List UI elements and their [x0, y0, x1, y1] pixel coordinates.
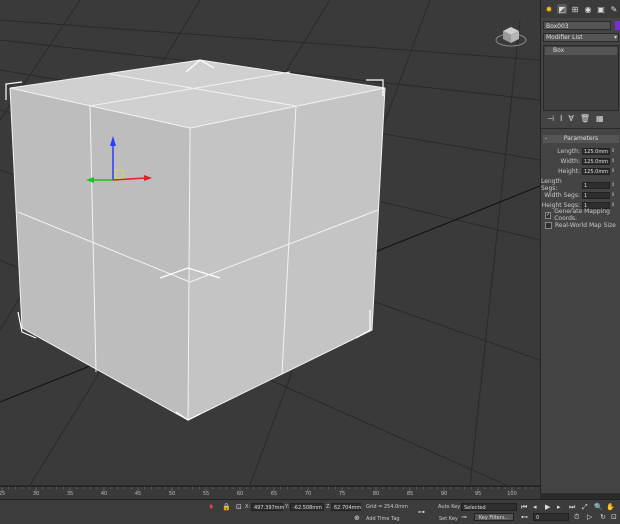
spinner-icon[interactable]: ⇕	[611, 182, 615, 189]
timeline-tick-label: 30	[32, 491, 40, 497]
modify-tab-icon[interactable]: ◩	[557, 4, 567, 14]
timeline-tick-label: 60	[236, 491, 244, 497]
zoom-icon[interactable]: 🔍	[594, 503, 603, 511]
timeline-tick-label: 70	[304, 491, 312, 497]
rollout-title: Parameters	[563, 135, 599, 142]
collapse-icon: -	[545, 135, 548, 142]
length-param: Length: 125.0mm ⇕	[557, 147, 616, 155]
timeline-tick-label: 85	[406, 491, 414, 497]
height-param: Height: 125.0mm ⇕	[558, 167, 616, 175]
timeline-tick-label: 75	[338, 491, 346, 497]
chevron-down-icon: ▾	[613, 34, 617, 41]
height-field[interactable]: 125.0mm	[582, 167, 610, 175]
parameters-rollout[interactable]: - Parameters	[543, 135, 619, 143]
timeline-tick-label: 100	[507, 491, 517, 497]
command-panel: ✹ ◩ ⊞ ◉ ▣ ✎ Box003 Modifier List ▾ Box ⊣…	[540, 0, 620, 493]
y-coordinate-field[interactable]: -62.508mm	[290, 503, 324, 511]
real-world-map-checkbox[interactable]: Real-World Map Size	[541, 220, 620, 230]
width-segs-param: Width Segs: 1 ⇕	[544, 191, 616, 199]
spinner-icon[interactable]: ⇕	[611, 158, 615, 165]
spinner-icon[interactable]: ⇕	[611, 168, 615, 175]
show-end-result-icon[interactable]: Ι	[560, 114, 562, 128]
viewport-scene	[0, 0, 540, 485]
lock-icon[interactable]: 🔒	[222, 503, 231, 511]
orbit-icon[interactable]: ↻	[600, 513, 606, 521]
go-to-end-icon[interactable]: ⏭	[569, 503, 575, 512]
utilities-tab-icon[interactable]: ✎	[609, 4, 619, 14]
field-of-view-icon[interactable]: ▷	[587, 513, 592, 521]
make-unique-icon[interactable]: ∀	[568, 114, 573, 128]
set-key-button[interactable]: Set Key	[439, 516, 458, 522]
key-mode-icon[interactable]: ♦	[208, 503, 214, 511]
length-segs-field[interactable]: 1	[582, 181, 610, 189]
z-coordinate-field[interactable]: 62.704mm	[331, 503, 361, 511]
timeline-tick-label: 25	[0, 491, 6, 497]
width-field[interactable]: 125.0mm	[582, 157, 610, 165]
play-icon[interactable]: ▶	[545, 503, 550, 511]
previous-frame-icon[interactable]: ◂	[533, 503, 537, 511]
timeline-tick-label: 40	[100, 491, 108, 497]
display-tab-icon[interactable]: ▣	[596, 4, 606, 14]
object-name-field[interactable]: Box003	[543, 21, 611, 30]
zoom-extents-icon[interactable]: ⤢	[582, 503, 588, 512]
maximize-viewport-icon[interactable]: ⊡	[611, 513, 617, 521]
absolute-mode-icon[interactable]: ⊡	[236, 503, 242, 511]
timeline-tick-label: 45	[134, 491, 142, 497]
length-field[interactable]: 125.0mm	[582, 147, 610, 155]
modifier-list-label: Modifier List	[546, 34, 583, 41]
checkbox-unchecked-icon	[545, 221, 552, 229]
cube-left-face	[10, 88, 190, 420]
width-segs-field[interactable]: 1	[582, 191, 610, 199]
remove-modifier-icon[interactable]: 🗑	[580, 114, 590, 128]
time-tag-icon: ⊕	[354, 514, 360, 522]
x-coordinate-field[interactable]: 497.397mm	[251, 503, 284, 511]
stack-item-box[interactable]: Box	[545, 47, 617, 55]
grid-size-text: Grid = 254.0mm	[366, 504, 408, 510]
selected-dropdown[interactable]: Selected	[461, 503, 517, 511]
go-to-start-icon[interactable]: ⏮	[521, 503, 527, 512]
object-color-swatch[interactable]	[615, 21, 620, 30]
timeline-tick-label: 35	[66, 491, 74, 497]
perspective-viewport[interactable]	[0, 0, 541, 485]
status-bar: ♦ 🔒 ⊡ X: 497.397mm Y: -62.508mm Z: 62.70…	[0, 499, 620, 524]
time-config-icon[interactable]: ⏱	[574, 513, 579, 522]
stack-toolbar: ⊣ Ι ∀ 🗑 ▦	[541, 111, 620, 129]
timeline-tick-label: 50	[168, 491, 176, 497]
length-segs-param: Length Segs: 1 ⇕	[540, 178, 616, 192]
x-label: X:	[245, 504, 251, 510]
key-icon[interactable]: ⊶	[418, 508, 425, 516]
next-frame-icon[interactable]: ▸	[557, 503, 561, 511]
add-time-tag-link[interactable]: Add Time Tag	[366, 516, 400, 522]
auto-key-button[interactable]: Auto Key	[438, 504, 460, 510]
timeline-tick-label: 55	[202, 491, 210, 497]
key-filters-button[interactable]: Key Filters...	[474, 513, 514, 521]
viewcube-icon[interactable]	[494, 22, 528, 48]
spinner-icon[interactable]: ⇕	[611, 192, 615, 199]
modifier-stack[interactable]: Box	[543, 45, 619, 111]
hierarchy-tab-icon[interactable]: ⊞	[570, 4, 580, 14]
filter-keys-icon[interactable]: ⊸	[461, 513, 467, 521]
spinner-icon[interactable]: ⇕	[611, 148, 615, 155]
create-tab-icon[interactable]: ✹	[544, 4, 554, 14]
motion-tab-icon[interactable]: ◉	[583, 4, 593, 14]
checkbox-checked-icon: ✓	[545, 211, 552, 219]
generate-mapping-checkbox[interactable]: ✓ Generate Mapping Coords.	[541, 208, 620, 222]
timeline-tick-label: 95	[474, 491, 482, 497]
timeline-tick-label: 90	[440, 491, 448, 497]
cube-right-face	[188, 88, 385, 420]
modifier-list-dropdown[interactable]: Modifier List ▾	[543, 33, 619, 42]
y-label: Y:	[285, 504, 290, 510]
configure-sets-icon[interactable]: ▦	[596, 114, 604, 128]
key-mode-toggle-icon[interactable]: ⊷	[521, 513, 528, 521]
width-param: Width: 125.0mm ⇕	[560, 157, 616, 165]
timeline-tick-label: 80	[372, 491, 380, 497]
timeline-tick-label: 65	[270, 491, 278, 497]
current-frame-field[interactable]: 0	[533, 513, 569, 521]
pin-stack-icon[interactable]: ⊣	[547, 114, 554, 128]
timeline-ruler[interactable]: 25 30 35 40 45 50 55 60 65 70 75 80 85 90 95 100	[0, 486, 540, 500]
pan-icon[interactable]: ✋	[606, 503, 615, 511]
command-panel-tabs: ✹ ◩ ⊞ ◉ ▣ ✎	[541, 0, 620, 18]
